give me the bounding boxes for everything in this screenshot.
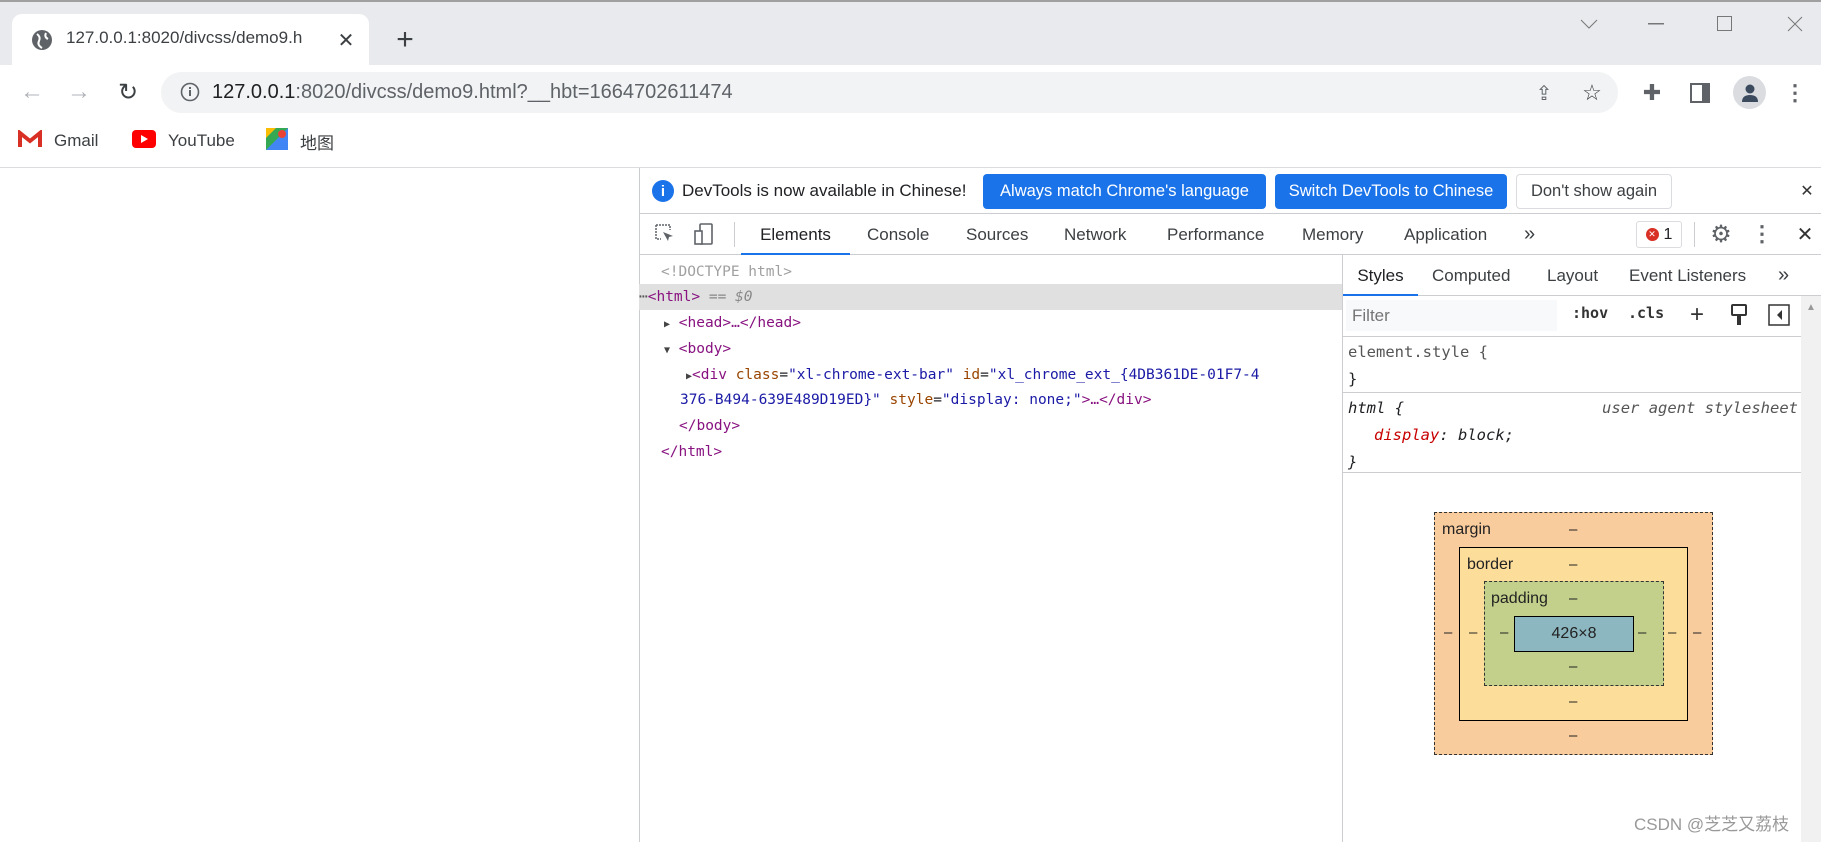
device-toolbar-icon[interactable]	[692, 222, 716, 246]
filter-divider	[1343, 336, 1801, 337]
toggle-sidebar-icon[interactable]	[1767, 302, 1791, 328]
toolbar-separator	[734, 222, 735, 247]
url-path: :8020/divcss/demo9.html?__hbt=1664702611…	[295, 81, 733, 103]
avatar[interactable]	[1733, 76, 1766, 109]
styles-scrollbar[interactable]: ▲	[1801, 296, 1821, 842]
cls-toggle[interactable]: .cls	[1628, 304, 1664, 322]
close-tab-icon[interactable]: ✕	[334, 28, 358, 52]
box-model-content[interactable]: 426×8	[1514, 616, 1634, 652]
hov-toggle[interactable]: :hov	[1572, 304, 1608, 322]
dom-doctype[interactable]: <!DOCTYPE html>	[639, 259, 1342, 285]
watermark: CSDN @芝芝又荔枝	[1634, 815, 1790, 834]
address-bar[interactable]: 127.0.0.1:8020/divcss/demo9.html?__hbt=1…	[161, 72, 1618, 113]
expand-arrow-icon: ▶	[664, 319, 671, 330]
bookmark-maps[interactable]: 地图	[266, 127, 334, 155]
chrome-menu-icon[interactable]: ⋮	[1783, 79, 1807, 107]
tab-event-listeners[interactable]: Event Listeners	[1629, 255, 1746, 296]
devtools-infobar: i DevTools is now available in Chinese! …	[640, 168, 1821, 214]
globe-icon	[30, 28, 54, 52]
paint-brush-icon[interactable]	[1727, 302, 1751, 328]
inspect-element-icon[interactable]	[653, 222, 677, 246]
dom-html[interactable]: ⋯<html> == $0	[639, 284, 1342, 310]
tab-network[interactable]: Network	[1064, 214, 1126, 255]
error-icon: ✕	[1645, 228, 1659, 241]
more-options-icon[interactable]: ⋮	[1751, 221, 1773, 247]
close-window-icon[interactable]	[1781, 10, 1809, 38]
maps-icon	[266, 127, 288, 155]
new-style-rule-icon[interactable]: +	[1685, 301, 1709, 328]
tab-memory[interactable]: Memory	[1302, 214, 1363, 255]
tab-elements[interactable]: Elements	[741, 214, 850, 255]
gmail-icon	[18, 128, 42, 153]
error-badge[interactable]: ✕ 1	[1636, 221, 1682, 248]
tab-computed[interactable]: Computed	[1432, 255, 1510, 296]
browser-tab[interactable]: 127.0.0.1:8020/divcss/demo9.h ✕	[12, 14, 369, 65]
new-tab-icon[interactable]: +	[390, 23, 420, 56]
side-panel-icon[interactable]	[1686, 79, 1714, 107]
element-style-rule[interactable]: element.style { }	[1348, 339, 1488, 393]
tab-search-icon[interactable]	[1575, 10, 1603, 38]
forward-icon[interactable]: →	[65, 78, 93, 106]
info-icon[interactable]	[179, 81, 201, 103]
youtube-icon	[132, 129, 156, 153]
always-match-button[interactable]: Always match Chrome's language	[983, 174, 1266, 209]
url-host: 127.0.0.1	[212, 81, 296, 103]
tab-sources[interactable]: Sources	[966, 214, 1028, 255]
dom-div-cont[interactable]: 376-B494-639E489D19ED}" style="display: …	[639, 387, 1342, 413]
tab-title: 127.0.0.1:8020/divcss/demo9.h	[66, 28, 303, 47]
bookmark-gmail[interactable]: Gmail	[18, 128, 98, 154]
toolbar-separator	[1694, 222, 1695, 247]
close-infobar-icon[interactable]: ✕	[1796, 180, 1818, 202]
collapse-arrow-icon: ▼	[664, 345, 671, 356]
dom-body[interactable]: ▼ <body>	[639, 336, 1342, 362]
close-devtools-icon[interactable]: ✕	[1793, 221, 1817, 247]
share-icon[interactable]: ⇪	[1531, 80, 1557, 106]
dom-html-close[interactable]: </html>	[639, 439, 1342, 465]
bookmark-youtube[interactable]: YouTube	[132, 128, 235, 154]
tab-performance[interactable]: Performance	[1167, 214, 1264, 255]
html-ua-rule[interactable]: html {user agent stylesheet display: blo…	[1348, 395, 1798, 476]
tab-application[interactable]: Application	[1404, 214, 1487, 255]
dont-show-again-button[interactable]: Don't show again	[1516, 174, 1672, 209]
bookmark-star-icon[interactable]: ☆	[1579, 80, 1605, 106]
info-circle-icon: i	[652, 180, 674, 202]
extensions-icon[interactable]: ✚	[1638, 79, 1666, 107]
styles-filter-input[interactable]	[1346, 300, 1557, 331]
rule-divider	[1343, 392, 1801, 393]
minimize-icon[interactable]	[1642, 10, 1670, 38]
rule-divider	[1343, 472, 1801, 473]
switch-chinese-button[interactable]: Switch DevTools to Chinese	[1275, 174, 1507, 209]
more-style-tabs-icon[interactable]: »	[1778, 255, 1789, 296]
more-tabs-icon[interactable]: »	[1524, 214, 1535, 255]
dom-div[interactable]: ▶<div class="xl-chrome-ext-bar" id="xl_c…	[639, 362, 1342, 388]
ua-stylesheet-label: user agent stylesheet	[1602, 399, 1798, 417]
maximize-icon[interactable]	[1711, 10, 1739, 38]
dom-body-close[interactable]: </body>	[639, 413, 1342, 439]
dom-head[interactable]: ▶ <head>…</head>	[639, 310, 1342, 336]
tab-styles[interactable]: Styles	[1343, 255, 1418, 296]
settings-gear-icon[interactable]: ⚙	[1708, 221, 1734, 248]
tab-layout[interactable]: Layout	[1547, 255, 1598, 296]
back-icon[interactable]: ←	[18, 78, 46, 106]
reload-icon[interactable]: ↻	[114, 78, 142, 106]
tab-console[interactable]: Console	[867, 214, 929, 255]
